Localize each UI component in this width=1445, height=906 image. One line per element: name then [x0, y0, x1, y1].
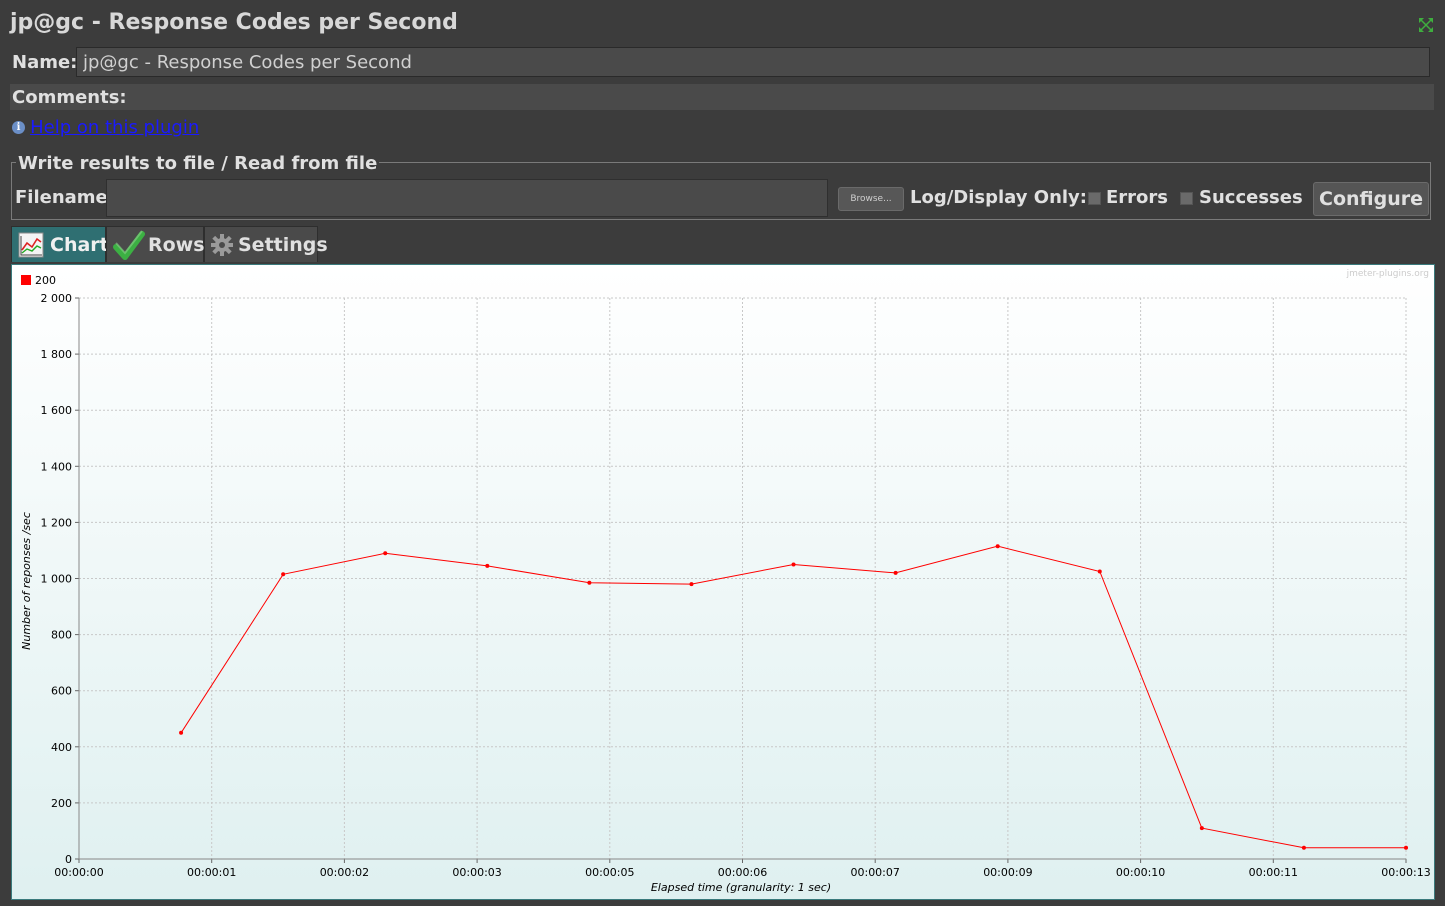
window-title: jp@gc - Response Codes per Second	[10, 10, 458, 35]
x-tick-label: 00:00:07	[850, 866, 899, 879]
data-point	[1097, 569, 1102, 574]
name-input[interactable]	[76, 47, 1430, 77]
checkmark-icon	[113, 230, 145, 260]
tab-chart-label: Chart	[50, 234, 109, 256]
x-tick-label: 00:00:11	[1249, 866, 1298, 879]
y-tick-label: 1 800	[41, 348, 73, 361]
gear-icon	[211, 234, 233, 256]
name-label: Name:	[12, 52, 78, 73]
tab-rows[interactable]: Rows	[106, 226, 205, 262]
x-axis-title: Elapsed time (granularity: 1 sec)	[651, 881, 831, 894]
x-tick-label: 00:00:00	[54, 866, 103, 879]
y-axis-title: Number of reponses /sec	[20, 512, 33, 650]
data-point	[179, 730, 184, 735]
filename-input[interactable]	[106, 179, 828, 217]
x-tick-label: 00:00:13	[1381, 866, 1430, 879]
y-tick-label: 0	[65, 853, 72, 866]
data-point	[1404, 845, 1408, 850]
file-section-legend: Write results to file / Read from file	[16, 153, 380, 174]
name-row: Name:	[10, 46, 1434, 80]
successes-label: Successes	[1199, 187, 1303, 208]
x-tick-label: 00:00:03	[452, 866, 501, 879]
tab-rows-label: Rows	[148, 234, 205, 256]
x-tick-label: 00:00:09	[983, 866, 1032, 879]
log-display-label: Log/Display Only:	[910, 187, 1087, 208]
y-tick-label: 600	[51, 685, 72, 698]
help-link[interactable]: Help on this plugin	[30, 117, 199, 138]
y-tick-label: 400	[51, 741, 72, 754]
expand-icon[interactable]	[1417, 16, 1435, 34]
legend-label: 200	[35, 274, 56, 287]
y-tick-label: 2 000	[41, 292, 73, 305]
chart-panel: 0 200 400 600 800 1 000 1 200 1 400 1 600 1 800 2 …	[11, 264, 1435, 900]
data-point	[485, 563, 490, 568]
data-point	[281, 572, 286, 577]
x-tick-label: 00:00:10	[1116, 866, 1165, 879]
x-tick-label: 00:00:06	[718, 866, 767, 879]
data-point	[383, 551, 388, 556]
file-fieldset: Write results to file / Read from file F…	[11, 153, 1431, 220]
x-tick-label: 00:00:05	[585, 866, 634, 879]
data-point	[893, 570, 898, 575]
tab-settings-label: Settings	[238, 234, 328, 256]
browse-button[interactable]: Browse...	[838, 187, 904, 211]
data-point	[1199, 826, 1204, 831]
x-tick-label: 00:00:01	[187, 866, 236, 879]
legend-swatch	[21, 275, 31, 285]
data-point	[995, 544, 1000, 549]
y-tick-label: 1 400	[41, 460, 73, 473]
successes-checkbox[interactable]	[1180, 192, 1193, 205]
tab-settings[interactable]: Settings	[204, 226, 328, 262]
data-point	[689, 582, 694, 587]
filename-label: Filename	[15, 187, 108, 208]
comments-row[interactable]: Comments:	[10, 84, 1434, 110]
y-tick-label: 1 000	[41, 573, 73, 586]
response-codes-chart: 0 200 400 600 800 1 000 1 200 1 400 1 600 1 800 2 …	[12, 265, 1434, 899]
data-point	[587, 580, 592, 585]
x-tick-label: 00:00:02	[320, 866, 369, 879]
data-point	[1301, 845, 1306, 850]
comments-label: Comments:	[12, 87, 127, 108]
data-point	[791, 562, 796, 567]
info-icon: i	[12, 121, 25, 134]
y-tick-label: 200	[51, 797, 72, 810]
tab-chart[interactable]: Chart	[11, 226, 109, 262]
help-row: i Help on this plugin	[12, 117, 199, 138]
chart-icon	[18, 232, 44, 258]
watermark: jmeter-plugins.org	[1346, 269, 1429, 279]
configure-button[interactable]: Configure	[1313, 182, 1429, 216]
y-tick-label: 1 200	[41, 516, 73, 529]
y-tick-label: 800	[51, 629, 72, 642]
errors-checkbox[interactable]	[1088, 192, 1101, 205]
y-tick-label: 1 600	[41, 404, 73, 417]
errors-label: Errors	[1106, 187, 1169, 208]
